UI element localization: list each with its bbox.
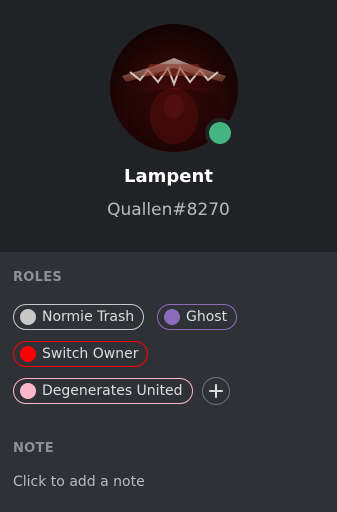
add-role-button[interactable] [202, 377, 230, 405]
role-color-dot [20, 383, 36, 399]
note-input[interactable]: Click to add a note [13, 474, 145, 490]
role-pill-switch-owner[interactable]: Switch Owner [13, 341, 149, 367]
role-pill-degenerates-united[interactable]: Degenerates United [13, 378, 193, 404]
profile-header: Lampent Quallen#8270 [0, 0, 337, 252]
role-name: Ghost [186, 309, 228, 325]
user-tag: Quallen#8270 [107, 200, 230, 220]
role-name: Normie Trash [42, 309, 135, 325]
online-status-icon [209, 122, 231, 144]
role-color-dot [20, 346, 36, 362]
role-name: Switch Owner [42, 346, 139, 362]
status-ring [205, 118, 235, 148]
avatar[interactable] [110, 24, 238, 152]
roles-section-title: ROLES [13, 270, 63, 285]
user-profile-popout: Lampent Quallen#8270 ROLES Normie Trash … [0, 0, 337, 512]
plus-icon [209, 384, 223, 398]
role-color-dot [164, 309, 180, 325]
role-pill-normie-trash[interactable]: Normie Trash [13, 304, 145, 330]
role-pill-ghost[interactable]: Ghost [157, 304, 238, 330]
role-name: Degenerates United [42, 383, 183, 399]
note-section-title: NOTE [13, 441, 54, 456]
role-color-dot [20, 309, 36, 325]
username: Lampent [124, 166, 213, 187]
